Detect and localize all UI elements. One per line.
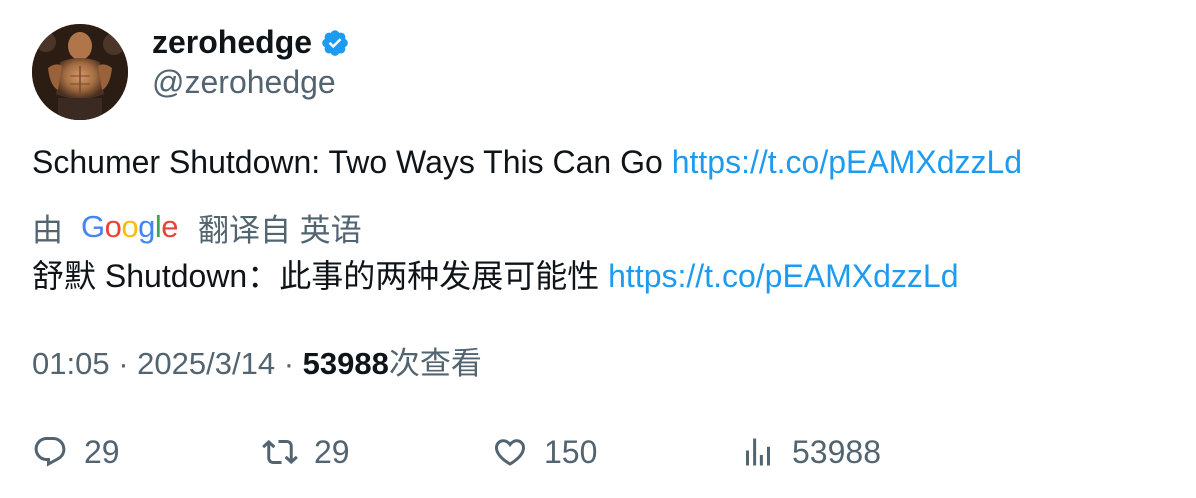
- like-count: 150: [544, 433, 598, 470]
- translation-suffix[interactable]: 翻译自 英语: [198, 205, 362, 250]
- heart-icon: [494, 439, 526, 466]
- reply-button[interactable]: 29: [32, 430, 120, 474]
- action-bar: 29 29 150 53988: [0, 430, 1196, 474]
- verified-badge-icon: [322, 30, 348, 56]
- avatar-photo-icon: [32, 24, 128, 120]
- translation-attribution: 由 Google 翻译自 英语: [32, 206, 362, 248]
- translated-text: 舒默 Shutdown：此事的两种发展可能性 https://t.co/pEAM…: [32, 256, 959, 296]
- tweet-body: Schumer Shutdown: Two Ways This Can Go: [32, 144, 663, 180]
- tweet-time[interactable]: 01:05: [32, 346, 110, 381]
- author-handle[interactable]: @zerohedge: [152, 62, 336, 102]
- tweet-meta: 01:05 · 2025/3/14 · 53988次查看: [32, 344, 482, 384]
- reply-icon: [34, 437, 66, 467]
- tweet-date[interactable]: 2025/3/14: [137, 346, 275, 381]
- retweet-icon: [262, 439, 298, 465]
- meta-separator: ·: [283, 346, 295, 381]
- views-button[interactable]: 53988: [740, 430, 881, 474]
- views-action-count: 53988: [792, 433, 881, 470]
- avatar[interactable]: [32, 24, 128, 120]
- translated-link[interactable]: https://t.co/pEAMXdzzLd: [608, 258, 958, 294]
- views-label: 次查看: [388, 346, 482, 381]
- google-logo-icon: Google: [81, 209, 179, 244]
- reply-count: 29: [84, 433, 120, 470]
- like-button[interactable]: 150: [492, 430, 597, 474]
- translation-prefix: 由: [32, 212, 63, 248]
- translated-body: 舒默 Shutdown：此事的两种发展可能性: [32, 258, 600, 294]
- tweet-text: Schumer Shutdown: Two Ways This Can Go h…: [32, 142, 1022, 182]
- display-name[interactable]: zerohedge: [152, 22, 312, 62]
- views-chart-icon: [746, 438, 770, 466]
- retweet-count: 29: [314, 433, 350, 470]
- retweet-button[interactable]: 29: [262, 430, 350, 474]
- meta-separator: ·: [118, 346, 129, 381]
- tweet-link[interactable]: https://t.co/pEAMXdzzLd: [672, 144, 1022, 180]
- views-count: 53988: [302, 346, 389, 381]
